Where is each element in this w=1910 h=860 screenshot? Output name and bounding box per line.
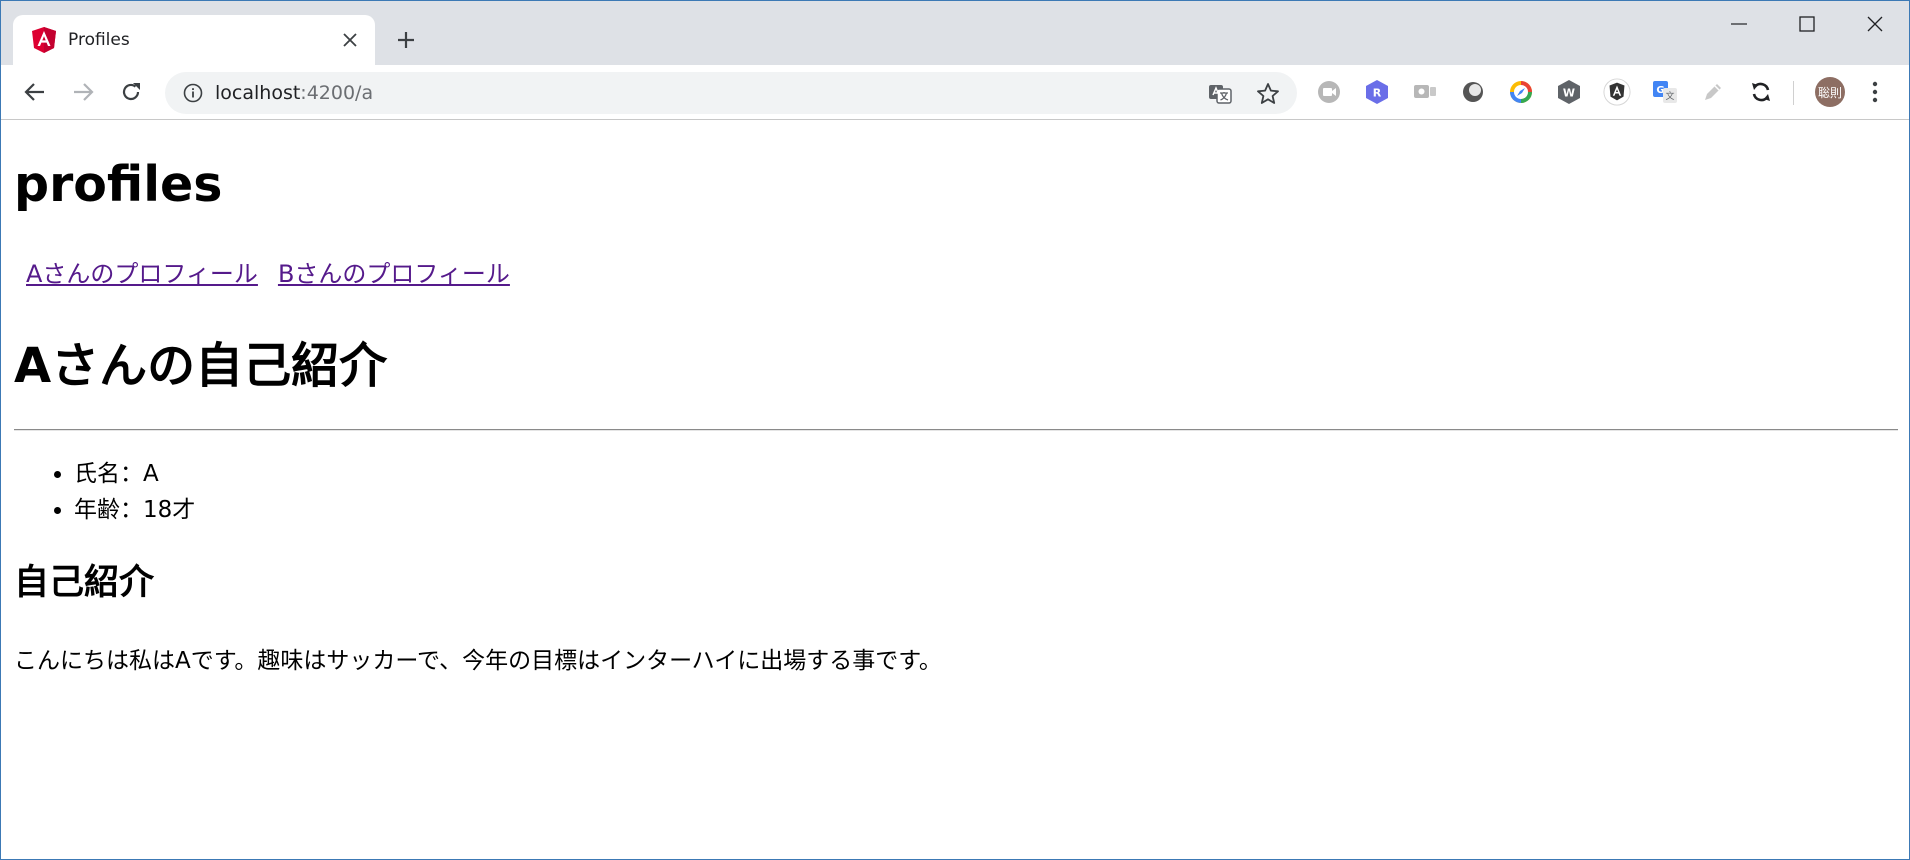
svg-text:W: W [1563, 87, 1575, 100]
forward-button[interactable] [65, 74, 101, 110]
angular-icon [31, 26, 57, 54]
tab-strip: Profiles [1, 1, 1909, 65]
maximize-button[interactable] [1773, 1, 1841, 47]
google-translate-extension-icon[interactable]: G 文 [1651, 78, 1679, 106]
menu-icon[interactable] [1863, 77, 1887, 107]
intro-text: こんにちは私はAです。趣味はサッカーで、今年の目標はインターハイに出場する事です… [14, 648, 942, 674]
meet-extension-icon[interactable] [1315, 78, 1343, 106]
r-extension-icon[interactable]: R [1363, 78, 1391, 106]
section-title: Aさんの自己紹介 [14, 338, 388, 394]
profile-a-link[interactable]: Aさんのプロフィール [26, 260, 258, 288]
svg-text:文: 文 [1665, 90, 1674, 102]
url-text: localhost:4200/a [215, 82, 373, 104]
circle-extension-icon[interactable] [1459, 78, 1487, 106]
window-close-button[interactable] [1841, 1, 1909, 47]
page-title: profiles [14, 156, 223, 213]
tab-title: Profiles [68, 30, 130, 50]
info-name: 氏名：A [74, 456, 195, 492]
pen-extension-icon[interactable] [1699, 78, 1727, 106]
browser-window: Profiles localhost:4200/a R W G 文 聡則 pro… [0, 0, 1910, 860]
svg-text:R: R [1373, 87, 1382, 100]
w-extension-icon[interactable]: W [1555, 78, 1583, 106]
toolbar-separator [1793, 81, 1794, 105]
bookmark-star-icon[interactable] [1255, 81, 1281, 107]
info-icon[interactable] [183, 83, 203, 103]
reload-button[interactable] [113, 74, 149, 110]
sync-extension-icon[interactable] [1747, 78, 1775, 106]
intro-heading: 自己紹介 [14, 563, 155, 603]
tab-profiles[interactable]: Profiles [13, 15, 375, 65]
new-tab-button[interactable] [391, 25, 421, 55]
compass-extension-icon[interactable] [1507, 78, 1535, 106]
url-host: localhost [215, 82, 301, 104]
profile-b-link[interactable]: Bさんのプロフィール [278, 260, 510, 288]
profile-info-list: 氏名：A 年齢：18才 [14, 456, 195, 528]
minimize-button[interactable] [1705, 1, 1773, 47]
address-bar[interactable]: localhost:4200/a [165, 72, 1297, 114]
info-age: 年齢：18才 [74, 492, 195, 528]
close-icon[interactable] [338, 28, 362, 52]
translate-icon[interactable] [1207, 81, 1233, 107]
avatar[interactable]: 聡則 [1815, 77, 1845, 107]
screen-extension-icon[interactable] [1411, 78, 1439, 106]
browser-toolbar: localhost:4200/a R W G 文 聡則 [1, 65, 1909, 120]
angular-devtools-extension-icon[interactable] [1603, 78, 1631, 106]
horizontal-rule [14, 429, 1898, 431]
page-content: profiles Aさんのプロフィール Bさんのプロフィール Aさんの自己紹介 氏… [1, 121, 1909, 859]
url-path: :4200/a [300, 82, 374, 104]
back-button[interactable] [17, 74, 53, 110]
profile-nav: Aさんのプロフィール Bさんのプロフィール [14, 254, 510, 289]
